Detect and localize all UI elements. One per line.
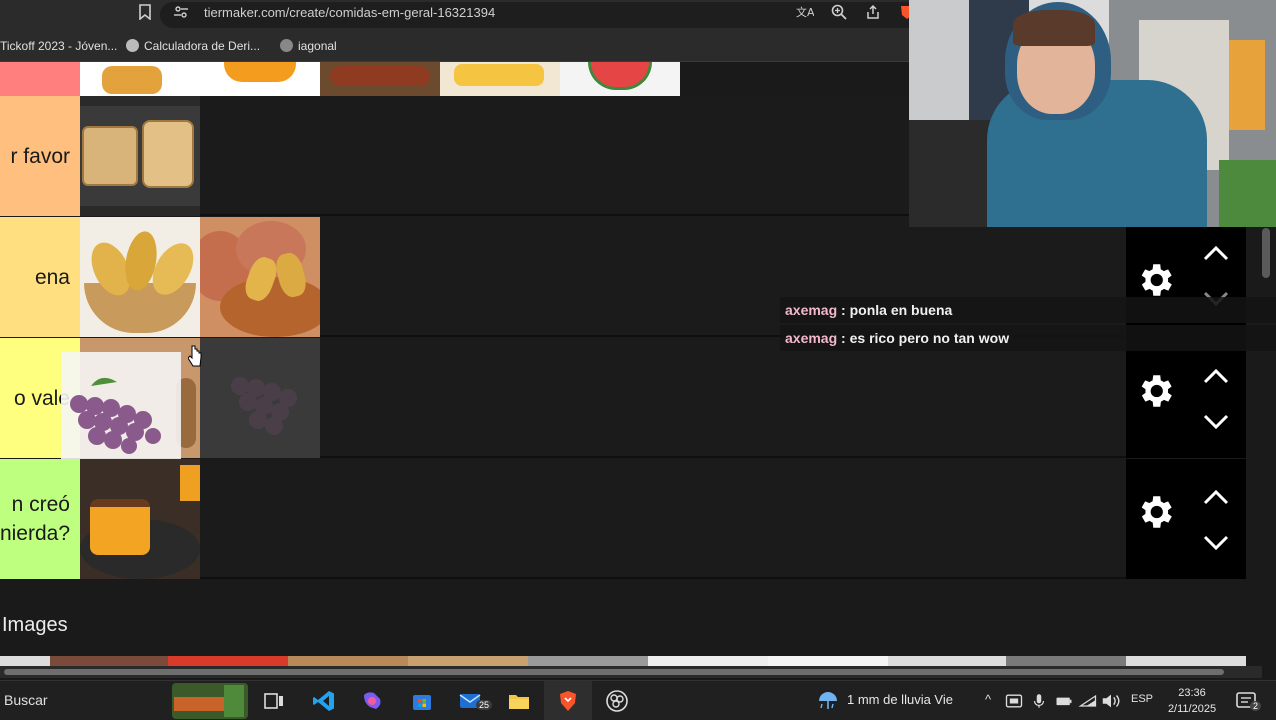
hand-cursor-icon — [187, 345, 202, 367]
mic-icon[interactable] — [1030, 689, 1048, 713]
bookmark-favicon-icon — [126, 39, 139, 52]
chevron-down-icon[interactable] — [1202, 412, 1230, 432]
weather-icon[interactable] — [816, 689, 840, 713]
search-highlight-image[interactable] — [172, 683, 248, 719]
clock-date: 2/11/2025 — [1167, 703, 1217, 715]
chevron-up-icon[interactable] — [1202, 487, 1230, 507]
tier-label[interactable]: r favor — [0, 96, 80, 216]
bookmark-item[interactable]: Calculadora de Deri... — [126, 39, 260, 53]
share-icon[interactable] — [864, 4, 882, 22]
notification-count: 2 — [1250, 701, 1262, 711]
tier-controls — [1126, 338, 1246, 458]
tray-app-icon[interactable] — [1004, 689, 1024, 713]
clock-time: 23:36 — [1178, 687, 1206, 699]
dragged-food-image-grapes[interactable] — [61, 352, 181, 472]
drop-placeholder[interactable] — [200, 338, 320, 458]
gear-icon[interactable] — [1134, 370, 1176, 412]
translate-icon[interactable]: 文A — [796, 4, 815, 22]
chat-message: axemag : ponla en buena — [780, 297, 1276, 323]
bookmark-icon[interactable] — [136, 4, 154, 22]
chat-text: es rico pero no tan wow — [849, 330, 1010, 346]
bookmark-item[interactable]: iagonal — [280, 39, 337, 53]
vertical-scrollbar-thumb[interactable] — [1262, 228, 1270, 278]
chevron-up-icon[interactable] — [1202, 366, 1230, 386]
webcam-overlay — [909, 0, 1276, 227]
screen: { "browser": { "url": "tiermaker.com/cre… — [0, 0, 1276, 720]
food-image-potato-wedges[interactable] — [80, 217, 200, 337]
chevron-up-icon[interactable] — [1202, 243, 1230, 263]
chevron-up-icon[interactable]: ^ — [985, 692, 991, 707]
images-section-heading: Images — [2, 614, 68, 636]
obs-icon[interactable] — [605, 689, 629, 713]
chat-username: axemag — [785, 302, 838, 318]
battery-icon[interactable] — [1054, 689, 1074, 713]
food-image[interactable] — [200, 62, 320, 96]
bookmark-favicon-icon — [280, 39, 293, 52]
tier-label[interactable] — [0, 62, 80, 96]
brave-icon[interactable] — [556, 689, 580, 713]
vscode-icon[interactable] — [312, 689, 336, 713]
url-text[interactable]: tiermaker.com/create/comidas-em-geral-16… — [204, 5, 495, 20]
food-image-watermelon[interactable] — [560, 62, 680, 96]
horizontal-scrollbar[interactable] — [0, 666, 1262, 678]
volume-icon[interactable] — [1100, 689, 1122, 713]
taskbar-search[interactable]: Buscar — [4, 692, 48, 708]
task-view-icon[interactable] — [262, 689, 286, 713]
unranked-images-strip[interactable] — [0, 656, 1246, 666]
taskbar: Buscar 25 1 mm de lluvia Vie ^ ESP 23:36… — [0, 680, 1276, 720]
scrollbar-thumb[interactable] — [4, 669, 1224, 675]
tier-label[interactable]: n creó nierda? — [0, 459, 80, 579]
mail-unread-badge: 25 — [476, 700, 493, 710]
tier-row: n creó nierda? — [0, 459, 1126, 579]
tier-row-partial — [0, 62, 680, 96]
zoom-icon[interactable] — [830, 4, 848, 22]
chat-username: axemag — [785, 330, 838, 346]
site-info-icon[interactable] — [172, 4, 190, 22]
weather-text[interactable]: 1 mm de lluvia Vie — [847, 692, 953, 707]
copilot-icon[interactable] — [360, 689, 384, 713]
chat-message: axemag : es rico pero no tan wow — [780, 325, 1276, 351]
tier-controls — [1126, 459, 1246, 579]
clock[interactable]: 23:36 2/11/2025 — [1162, 685, 1222, 717]
food-image-cake[interactable] — [80, 459, 200, 579]
svg-text:文A: 文A — [796, 5, 814, 19]
food-image-fries[interactable] — [440, 62, 560, 96]
gear-icon[interactable] — [1134, 259, 1176, 301]
chat-text: ponla en buena — [849, 302, 953, 318]
food-image[interactable] — [320, 62, 440, 96]
bookmark-item[interactable]: Tickoff 2023 - Jóven... — [0, 39, 117, 53]
input-language[interactable]: ESP — [1131, 693, 1153, 705]
chevron-down-icon[interactable] — [1202, 533, 1230, 553]
food-image-potatoes[interactable] — [200, 217, 320, 337]
food-image-chips[interactable] — [80, 62, 200, 96]
gear-icon[interactable] — [1134, 491, 1176, 533]
food-image-sandwich[interactable] — [80, 96, 200, 216]
store-icon[interactable] — [410, 689, 434, 713]
tier-label[interactable]: ena — [0, 217, 80, 337]
wifi-icon[interactable] — [1078, 689, 1098, 713]
folder-icon[interactable] — [507, 689, 531, 713]
